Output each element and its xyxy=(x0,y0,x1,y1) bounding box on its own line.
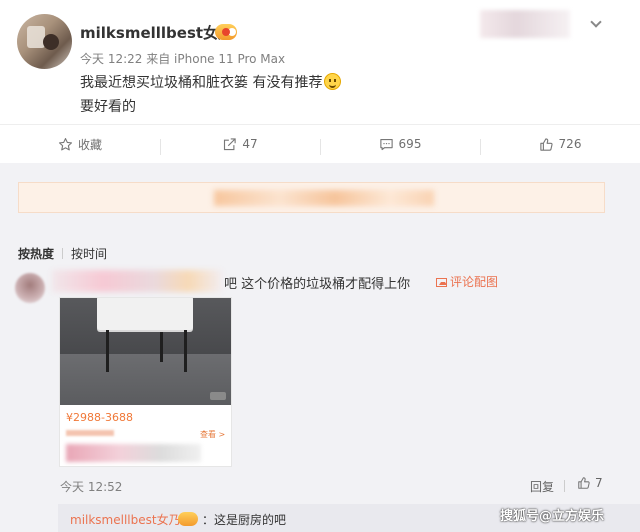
vip-badge-icon xyxy=(215,24,237,40)
image-badge xyxy=(210,392,226,400)
comments-section: 按热度 按时间 吧 这个价格的垃圾桶才配得上你 评论配图 ¥2988-3688 查… xyxy=(0,170,640,532)
comment-count: 695 xyxy=(398,137,422,151)
blurred-price-note xyxy=(66,430,114,436)
post-action-bar: 收藏 47 695 726 xyxy=(0,124,640,163)
smiley-emoji-icon xyxy=(324,73,342,90)
like-button[interactable]: 726 xyxy=(480,137,640,155)
comment-time: 今天 12:52 xyxy=(60,480,123,494)
comment-picture-link[interactable]: 评论配图 xyxy=(436,273,498,290)
thumbs-up-icon xyxy=(578,477,590,489)
post-username[interactable]: milksmelllbest女乃 xyxy=(80,22,233,43)
post-content: 我最近想买垃圾桶和脏衣篓 有没有推荐 要好看的 xyxy=(80,71,342,119)
comment-icon xyxy=(379,138,393,150)
divider xyxy=(564,480,565,492)
chevron-down-icon[interactable] xyxy=(590,16,602,28)
thumbs-up-icon xyxy=(539,137,553,151)
post-source: 来自 iPhone 11 Pro Max xyxy=(146,52,286,66)
vip-badge-icon xyxy=(178,512,198,526)
sub-reply-text: ：这是厨房的吧 xyxy=(202,513,287,527)
share-icon xyxy=(224,137,237,150)
favorite-button[interactable]: 收藏 xyxy=(0,136,160,153)
star-icon xyxy=(58,137,73,150)
post-card: milksmelllbest女乃 今天 12:22 来自 iPhone 11 P… xyxy=(0,0,640,163)
post-time[interactable]: 今天 12:22 xyxy=(80,52,142,66)
post-content-line1: 我最近想买垃圾桶和脏衣篓 有没有推荐 xyxy=(80,75,323,91)
product-price: ¥2988-3688 xyxy=(66,411,133,424)
product-detail-link[interactable]: 查看 > xyxy=(200,429,225,440)
comment-like-count: 7 xyxy=(595,476,603,490)
sort-by-hot-tab[interactable]: 按热度 xyxy=(18,247,54,261)
user-avatar[interactable] xyxy=(17,14,72,69)
post-content-line2: 要好看的 xyxy=(80,99,136,115)
comment-button[interactable]: 695 xyxy=(320,137,480,155)
image-icon xyxy=(436,278,447,287)
repost-count: 47 xyxy=(242,137,258,151)
trash-bin-graphic xyxy=(97,298,193,330)
sort-by-time-tab[interactable]: 按时间 xyxy=(71,247,107,261)
post-meta: 今天 12:22 来自 iPhone 11 Pro Max xyxy=(80,50,285,67)
sub-reply-username[interactable]: milksmelllbest女乃 xyxy=(70,511,181,528)
comment-avatar[interactable] xyxy=(15,273,45,303)
blurred-product-info xyxy=(66,444,201,462)
divider xyxy=(62,248,64,259)
like-count: 726 xyxy=(558,137,582,151)
watermark: 搜狐号@立方娱乐 xyxy=(500,509,605,524)
comment-like-button[interactable]: 7 xyxy=(577,476,603,490)
blurred-region xyxy=(214,190,434,206)
comment-image[interactable]: ¥2988-3688 查看 > xyxy=(59,297,232,467)
blurred-region xyxy=(480,10,570,38)
comment-sort: 按热度 按时间 xyxy=(18,245,107,262)
promo-banner[interactable] xyxy=(18,182,605,213)
repost-button[interactable]: 47 xyxy=(160,137,320,155)
comment-text: 吧 这个价格的垃圾桶才配得上你 xyxy=(224,277,411,292)
blurred-commenter-name xyxy=(52,270,222,292)
reply-button[interactable]: 回复 xyxy=(530,478,554,495)
favorite-label: 收藏 xyxy=(77,137,102,152)
comment-picture-label: 评论配图 xyxy=(450,275,499,289)
product-photo xyxy=(60,298,231,405)
